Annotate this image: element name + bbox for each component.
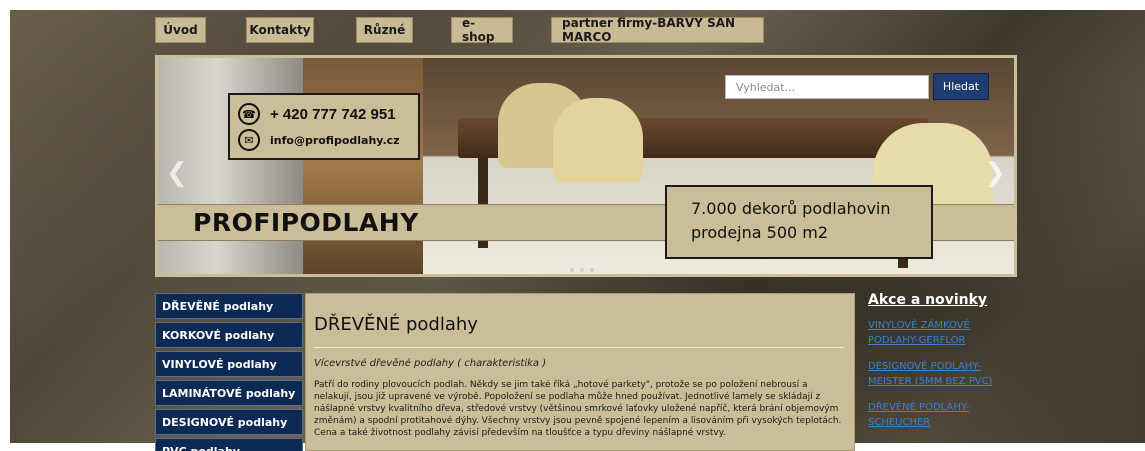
banner-image-chair — [553, 98, 643, 183]
news-title[interactable]: Akce a novinky — [868, 292, 1018, 308]
nav-eshop[interactable]: e-shop — [451, 16, 513, 44]
slider-dot[interactable] — [580, 268, 584, 272]
envelope-icon: ✉ — [238, 129, 260, 151]
slider-dots — [570, 268, 594, 272]
contact-phone[interactable]: + 420 777 742 951 — [270, 106, 396, 123]
promo-line: 7.000 dekorů podlahovin — [691, 199, 891, 218]
page-top-edge — [0, 0, 1145, 10]
content-subtitle: Vícevrstvé dřevěné podlahy ( charakteris… — [314, 358, 547, 369]
contact-phone-row: ☎ + 420 777 742 951 — [238, 101, 410, 127]
nav-ruzne[interactable]: Různé — [356, 17, 413, 43]
promo-line: prodejna 500 m2 — [691, 223, 829, 242]
promo-box: 7.000 dekorů podlahovin prodejna 500 m2 — [665, 185, 933, 259]
banner-image-shelf — [303, 58, 423, 274]
main-content: DŘEVĚNÉ podlahy Vícevrstvé dřevěné podla… — [305, 293, 855, 451]
nav-uvod[interactable]: Úvod — [155, 17, 206, 43]
menu-item-laminatove[interactable]: LAMINÁTOVÉ podlahy — [155, 380, 303, 406]
news-link[interactable]: VINYLOVÉ ZÁMKOVÉ PODLAHY-GERFLOR — [868, 318, 1018, 348]
divider — [314, 347, 844, 348]
chevron-left-icon[interactable]: ❮ — [166, 158, 188, 188]
contact-box: ☎ + 420 777 742 951 ✉ info@profipodlahy.… — [228, 93, 420, 160]
page-title: DŘEVĚNÉ podlahy — [314, 314, 478, 335]
menu-item-pvc[interactable]: PVC podlahy — [155, 438, 303, 451]
menu-item-vinylove[interactable]: VINYLOVÉ podlahy — [155, 351, 303, 377]
hero-banner: Hledat ☎ + 420 777 742 951 ✉ info@profip… — [155, 55, 1017, 277]
news-link[interactable]: DŘEVĚNÉ PODLAHY-SCHEUCHER — [868, 400, 1018, 430]
content-paragraph: Patří do rodiny plovoucích podlah. Někdy… — [314, 380, 842, 438]
phone-icon: ☎ — [238, 103, 260, 125]
brand-title: PROFIPODLAHY — [193, 208, 419, 237]
slider-dot[interactable] — [590, 268, 594, 272]
news-panel: Akce a novinky VINYLOVÉ ZÁMKOVÉ PODLAHY-… — [868, 292, 1018, 441]
search-button[interactable]: Hledat — [933, 73, 989, 100]
slider-dot[interactable] — [570, 268, 574, 272]
menu-item-korkove[interactable]: KORKOVÉ podlahy — [155, 322, 303, 348]
chevron-right-icon[interactable]: ❯ — [984, 158, 1006, 188]
contact-email-row: ✉ info@profipodlahy.cz — [238, 127, 410, 153]
nav-partner[interactable]: partner firmy-BARVY SAN MARCO — [551, 16, 764, 44]
page-left-edge — [0, 0, 10, 451]
contact-email[interactable]: info@profipodlahy.cz — [270, 134, 400, 147]
nav-kontakty[interactable]: Kontakty — [246, 17, 314, 43]
news-link[interactable]: DESIGNOVÉ PODLAHY-MEISTER (5mm bez PVC) — [868, 359, 1018, 389]
menu-item-designove[interactable]: DESIGNOVÉ podlahy — [155, 409, 303, 435]
menu-item-drevene[interactable]: DŘEVĚNÉ podlahy — [155, 293, 303, 319]
search-input[interactable] — [725, 75, 929, 99]
category-menu: DŘEVĚNÉ podlahy KORKOVÉ podlahy VINYLOVÉ… — [155, 293, 303, 451]
